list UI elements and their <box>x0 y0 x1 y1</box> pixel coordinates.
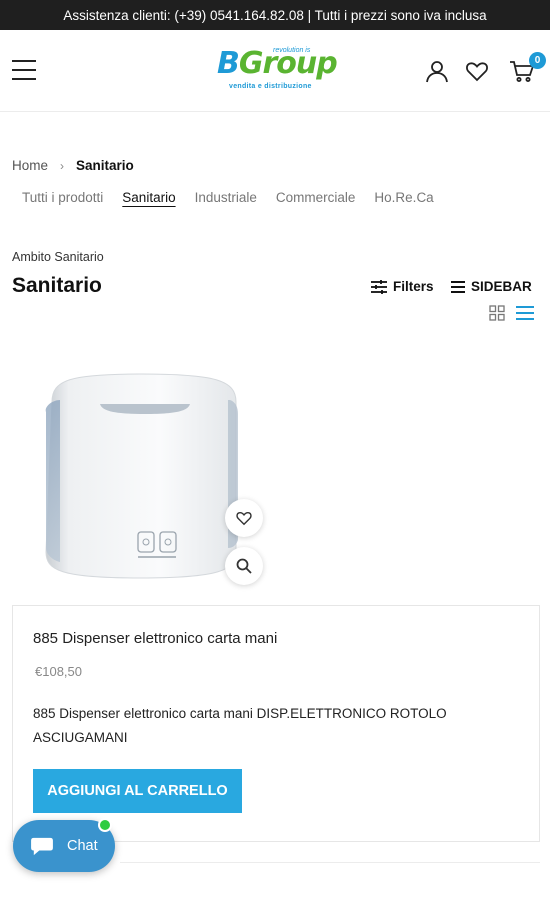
chat-widget-button[interactable]: Chat <box>13 818 115 872</box>
grid-view-icon[interactable] <box>489 305 505 321</box>
product-price: €108,50 <box>35 664 82 679</box>
filters-label: Filters <box>393 279 434 294</box>
tab-horeca[interactable]: Ho.Re.Ca <box>374 190 433 205</box>
product-title[interactable]: 885 Dispenser elettronico carta mani <box>33 630 277 647</box>
cart-icon[interactable]: 0 <box>509 52 546 84</box>
tab-sanitario[interactable]: Sanitario <box>122 190 175 205</box>
site-logo[interactable]: BGroup revolution is vendita e distribuz… <box>215 45 338 95</box>
tab-tutti-i-prodotti[interactable]: Tutti i prodotti <box>22 190 103 205</box>
menu-icon[interactable] <box>12 60 36 80</box>
page-title: Sanitario <box>12 274 102 297</box>
section-subtitle: Ambito Sanitario <box>12 250 104 264</box>
chevron-right-icon: › <box>60 158 65 173</box>
list-view-icon[interactable] <box>516 305 534 321</box>
quick-view-button[interactable] <box>225 547 263 585</box>
filters-icon <box>371 279 387 294</box>
tab-industriale[interactable]: Industriale <box>195 190 257 205</box>
announcement-text: Assistenza clienti: (+39) 0541.164.82.08… <box>63 7 487 23</box>
logo-subtitle: vendita e distribuzione <box>229 83 312 90</box>
site-header: BGroup revolution is vendita e distribuz… <box>0 30 550 112</box>
heart-icon[interactable] <box>464 58 490 84</box>
breadcrumb: Home › Sanitario <box>12 158 134 173</box>
cart-count-badge: 0 <box>529 52 546 69</box>
tab-commerciale[interactable]: Commerciale <box>276 190 356 205</box>
list-lines-icon <box>451 280 465 293</box>
product-image[interactable] <box>30 362 250 584</box>
heart-icon <box>236 511 252 526</box>
sidebar-button[interactable]: SIDEBAR <box>451 279 532 294</box>
product-description: 885 Dispenser elettronico carta mani DIS… <box>33 706 447 745</box>
category-tabs: Tutti i prodotti Sanitario Industriale C… <box>22 190 453 205</box>
user-icon[interactable] <box>424 58 450 84</box>
breadcrumb-home-link[interactable]: Home <box>12 158 48 173</box>
sidebar-label: SIDEBAR <box>471 279 532 294</box>
breadcrumb-current: Sanitario <box>76 158 134 173</box>
search-icon <box>236 558 252 574</box>
wishlist-button[interactable] <box>225 499 263 537</box>
add-to-cart-button[interactable]: AGGIUNGI AL CARRELLO <box>33 769 242 813</box>
filters-button[interactable]: Filters <box>371 279 434 294</box>
chat-label: Chat <box>67 838 98 854</box>
divider <box>120 862 540 863</box>
logo-tagline: revolution is <box>273 47 311 54</box>
chat-bubble-icon <box>31 837 53 856</box>
product-card: 885 Dispenser elettronico carta mani €10… <box>12 605 540 842</box>
online-status-dot <box>98 818 112 832</box>
announcement-bar: Assistenza clienti: (+39) 0541.164.82.08… <box>0 0 550 30</box>
